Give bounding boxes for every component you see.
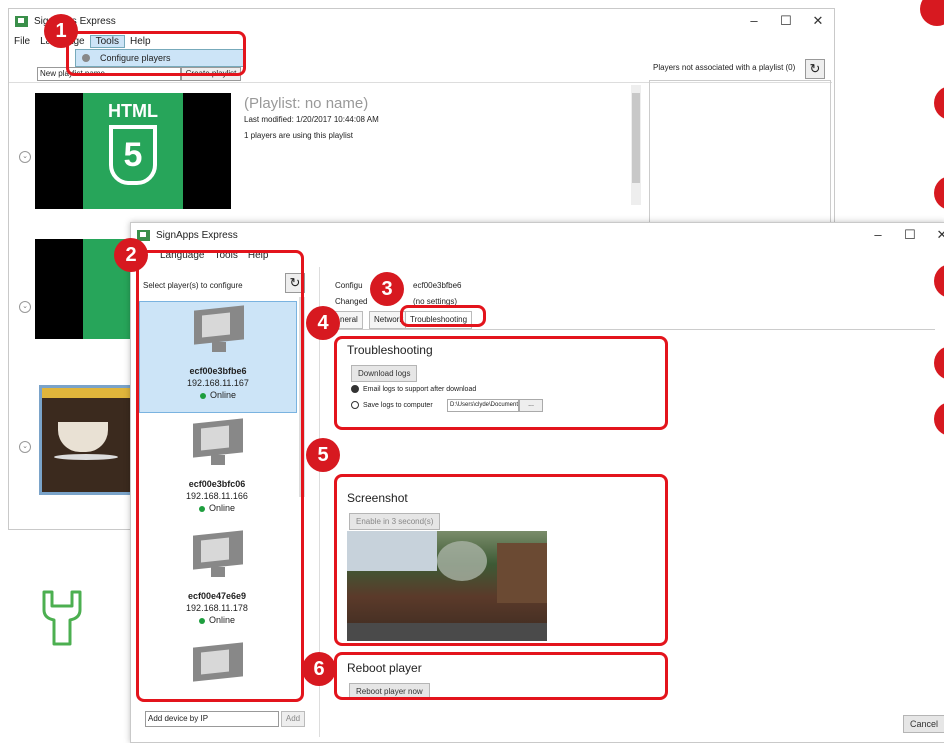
step-badge-6: 6 [302,652,336,686]
maximize-icon[interactable]: ☐ [769,9,803,33]
tab-underline [335,329,935,330]
wrench-icon [42,590,82,646]
step-badge-3: 3 [370,272,404,306]
playlist-players-count: 1 players are using this playlist [244,131,353,140]
saucer [54,454,118,460]
coffee-cup-icon [58,422,108,452]
refresh-icon[interactable]: ↻ [805,59,825,79]
add-device-button[interactable]: Add [281,711,305,727]
step-badge-5: 5 [306,438,340,472]
cancel-button[interactable]: Cancel [903,715,944,733]
playlist-scrollbar[interactable] [631,85,641,205]
step-badge-partial [934,176,944,210]
step-badge-partial [934,86,944,120]
app-logo-icon [15,15,28,27]
highlight-box-6 [334,652,668,700]
maximize-icon[interactable]: ☐ [893,223,927,247]
configure-value: ecf00e3bfbe6 [413,281,462,290]
close-icon[interactable]: ✕ [925,223,944,247]
scrollbar-thumb[interactable] [632,93,640,183]
highlight-box-5 [334,474,668,646]
front-titlebar: SignApps Express – ☐ ✕ [131,223,944,247]
minimize-icon[interactable]: – [737,9,771,33]
html5-tile: HTML 5 [83,93,183,209]
step-badge-2: 2 [114,238,148,272]
highlight-box-4 [334,336,668,430]
step-badge-partial [920,0,944,26]
chevron-down-icon[interactable]: ⌄ [19,441,31,453]
highlight-box-1 [66,31,246,76]
coffee-banner [42,388,136,398]
app-logo-icon [137,229,150,241]
highlight-box-3 [400,305,486,327]
playlist-last-modified: Last modified: 1/20/2017 10:44:08 AM [244,115,379,124]
menu-file[interactable]: File [9,36,35,47]
highlight-box-2 [136,250,304,702]
chevron-down-icon[interactable]: ⌄ [19,151,31,163]
front-window-title: SignApps Express [156,229,238,241]
minimize-icon[interactable]: – [861,223,895,247]
back-titlebar: SignApps Express – ☐ ✕ [9,9,834,33]
configure-label: Configu [335,281,363,290]
changed-label: Changed [335,297,368,306]
html5-shield-icon: 5 [109,125,157,185]
html-label: HTML [108,101,158,121]
add-device-input[interactable]: Add device by IP [145,711,279,727]
step-badge-4: 4 [306,306,340,340]
close-icon[interactable]: ✕ [801,9,835,33]
playlist-thumbnail-html5[interactable]: HTML 5 [35,93,231,209]
step-badge-1: 1 [44,14,78,48]
playlist-thumbnail-coffee[interactable] [39,385,139,495]
playlist-name: (Playlist: no name) [244,95,369,112]
chevron-down-icon[interactable]: ⌄ [19,301,31,313]
